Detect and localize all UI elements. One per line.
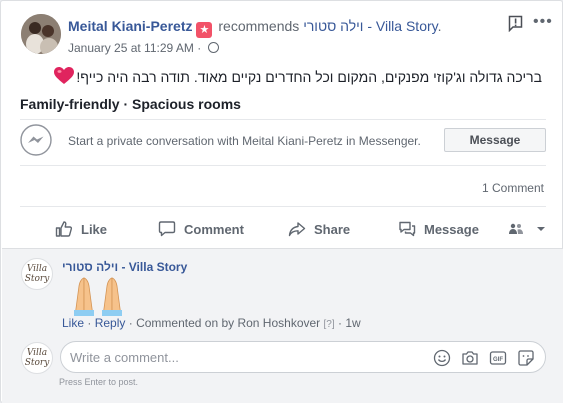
comment-meta: Like · Reply · Commented on by Ron Hoshk… [62,316,361,330]
thumbs-up-icon [55,221,73,237]
page-link[interactable]: וילה סטורי - Villa Story [303,18,437,34]
comment-composer[interactable]: GIF [60,341,546,373]
author-name[interactable]: Meital Kiani-Peretz [68,18,192,34]
like-label: Like [81,221,108,237]
heart-emoji-icon [54,67,75,84]
comment-label: Comment [184,221,244,237]
share-label: Share [314,221,351,237]
author-avatar[interactable] [21,14,61,54]
comments-section: Villa Story וילה סטורי - Villa Story Lik… [2,248,563,403]
recommendation-star-icon: ★ [196,22,213,38]
chevron-down-icon [537,227,545,231]
post-timestamp[interactable]: January 25 at 11:29 AM [68,41,194,55]
comment-reply-link[interactable]: Reply [95,316,126,330]
more-options-icon[interactable]: ••• [533,13,553,31]
share-arrow-icon [288,222,306,237]
composer-avatar: Villa Story [21,342,53,374]
review-body: בריכה גדולה וג'קוזי מפנקים, המקום וכל הח… [76,69,542,85]
messenger-icon [20,124,52,156]
composer-hint: Press Enter to post. [59,377,139,387]
sticker-icon[interactable] [517,349,535,367]
divider [20,206,546,207]
audience-selector[interactable] [508,208,546,250]
meta-separator: · [128,316,133,330]
camera-icon[interactable] [461,349,479,367]
recommends-label: recommends [218,18,300,34]
message-label: Message [424,221,479,237]
people-icon [509,223,523,234]
comment-count[interactable]: 1 Comment [482,181,544,195]
page-suffix: . [437,18,442,34]
help-link[interactable]: [?] [324,319,335,330]
public-globe-icon[interactable] [207,42,219,53]
message-button[interactable]: Message [444,128,546,152]
meta-separator: · [337,316,342,330]
recommendation-tags: Family-friendly · Spacious rooms [20,96,241,112]
svg-text:GIF: GIF [493,357,503,363]
comment-bubble-icon [158,221,176,237]
comment-input[interactable] [70,350,410,365]
meta-separator: · [87,316,92,330]
like-button[interactable]: Like [55,208,107,250]
gif-icon[interactable]: GIF [489,349,507,367]
messenger-prompt-text: Start a private conversation with Meital… [68,134,421,148]
villa-story-avatar[interactable]: Villa Story [21,258,53,290]
report-flag-icon[interactable] [508,15,523,32]
commented-on-text: Commented on by Ron Hoshkover [136,316,321,330]
post-card: Meital Kiani-Peretz ★ recommends וילה סטו… [0,0,563,403]
messenger-prompt: Start a private conversation with Meital… [20,119,546,159]
comment-author[interactable]: וילה סטורי - Villa Story [62,260,187,274]
comment-age[interactable]: 1w [345,316,360,330]
share-button[interactable]: Share [288,208,350,250]
praying-hands-emoji-icon [74,277,122,316]
comment-like-link[interactable]: Like [62,316,84,330]
emoji-icon[interactable] [433,349,451,367]
review-text: בריכה גדולה וג'קוזי מפנקים, המקום וכל הח… [54,67,542,85]
comment-button[interactable]: Comment [158,208,244,250]
meta-separator: · [197,41,202,55]
message-bubbles-icon [399,221,416,237]
divider [20,165,546,166]
action-bar: Like Comment Share Message [20,208,546,250]
send-message-button[interactable]: Message [398,208,479,250]
post-meta: January 25 at 11:29 AM · [68,41,219,55]
post-header: Meital Kiani-Peretz ★ recommends וילה סטו… [68,18,442,38]
